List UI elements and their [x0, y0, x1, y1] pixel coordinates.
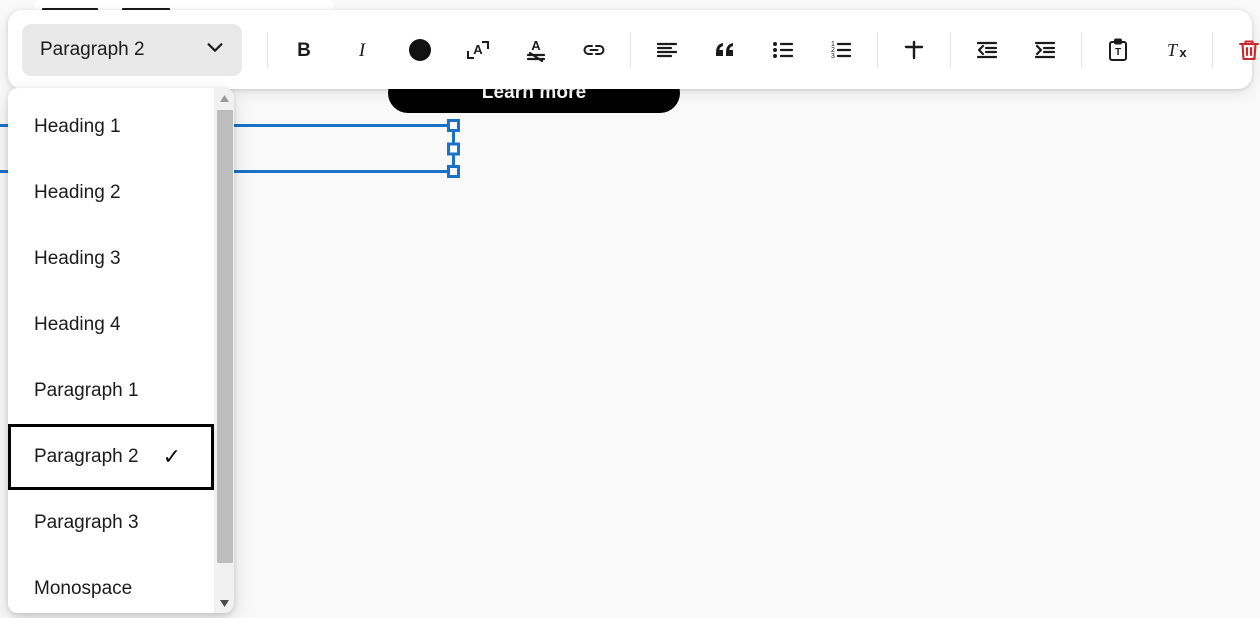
trash-icon [1236, 37, 1260, 63]
paste-as-text-button[interactable]: T [1096, 28, 1140, 72]
bold-button[interactable]: B [282, 28, 326, 72]
clear-formatting-button[interactable]: T x [1154, 28, 1198, 72]
align-left-icon [654, 37, 680, 63]
font-size-icon: A [464, 37, 492, 63]
align-button[interactable] [645, 28, 689, 72]
font-size-button[interactable]: A [456, 28, 500, 72]
svg-text:T: T [1115, 47, 1121, 58]
dropdown-item-heading-4[interactable]: Heading 4 ✓ [8, 292, 214, 358]
numbered-list-icon: 1 2 3 [828, 37, 854, 63]
dropdown-item-paragraph-2[interactable]: Paragraph 2 ✓ [8, 424, 214, 490]
svg-text:A: A [473, 42, 483, 57]
outdent-button[interactable] [965, 28, 1009, 72]
toolbar-separator [630, 31, 631, 68]
text-underline-icon: A [524, 37, 548, 63]
horizontal-rule-icon [901, 37, 927, 63]
scroll-down-arrow-icon[interactable] [215, 593, 235, 613]
blockquote-button[interactable] [703, 28, 747, 72]
dropdown-item-label: Heading 2 [34, 182, 121, 203]
toolbar-group-text-format: B I A A [275, 28, 623, 72]
scroll-up-arrow-icon[interactable] [215, 88, 235, 108]
filled-circle-icon [407, 37, 433, 63]
dropdown-item-label: Paragraph 1 [34, 380, 139, 401]
check-icon: ✓ [162, 444, 181, 469]
italic-button[interactable]: I [340, 28, 384, 72]
indent-icon [1032, 37, 1058, 63]
delete-button[interactable] [1227, 28, 1260, 72]
dropdown-option-list: Heading 1 ✓ Heading 2 ✓ Heading 3 ✓ Head… [8, 88, 214, 613]
paragraph-style-dropdown: Heading 1 ✓ Heading 2 ✓ Heading 3 ✓ Head… [8, 88, 234, 613]
dropdown-item-label: Heading 4 [34, 314, 121, 335]
dropdown-item-monospace[interactable]: Monospace ✓ [8, 556, 214, 613]
bullet-list-icon [770, 37, 796, 63]
toolbar-group-structure [885, 28, 1074, 72]
clipboard-text-icon: T [1105, 37, 1131, 63]
dropdown-item-label: Heading 1 [34, 116, 121, 137]
resize-handle-bottom-right[interactable] [447, 165, 460, 178]
dropdown-item-label: Heading 3 [34, 248, 121, 269]
dropdown-item-heading-3[interactable]: Heading 3 ✓ [8, 226, 214, 292]
horizontal-rule-button[interactable] [892, 28, 936, 72]
dropdown-item-label: Paragraph 2 [34, 446, 139, 467]
italic-icon: I [350, 38, 374, 62]
dropdown-item-paragraph-1[interactable]: Paragraph 1 ✓ [8, 358, 214, 424]
numbered-list-button[interactable]: 1 2 3 [819, 28, 863, 72]
dropdown-scrollbar[interactable] [214, 88, 234, 613]
outdent-icon [974, 37, 1000, 63]
link-icon [581, 37, 607, 63]
chevron-down-icon [204, 36, 226, 63]
paragraph-style-select[interactable]: Paragraph 2 [22, 23, 242, 76]
resize-handle-middle-right[interactable] [447, 142, 460, 155]
dropdown-item-heading-2[interactable]: Heading 2 ✓ [8, 160, 214, 226]
dropdown-item-label: Monospace [34, 578, 133, 599]
text-color-button[interactable] [398, 28, 442, 72]
quote-icon [712, 37, 738, 63]
svg-text:A: A [531, 38, 541, 53]
dropdown-item-paragraph-3[interactable]: Paragraph 3 ✓ [8, 490, 214, 556]
toolbar-separator [1212, 31, 1213, 68]
indent-button[interactable] [1023, 28, 1067, 72]
svg-text:T: T [1167, 40, 1179, 60]
svg-text:I: I [358, 40, 367, 61]
dropdown-item-heading-1[interactable]: Heading 1 ✓ [8, 94, 214, 160]
toolbar-group-paragraph: 1 2 3 [638, 28, 870, 72]
formatting-toolbar: Paragraph 2 B I A A 1 2 3 T T x [8, 10, 1260, 89]
clear-format-icon: T x [1162, 37, 1190, 63]
toolbar-separator [877, 31, 878, 68]
svg-text:x: x [1179, 45, 1187, 60]
text-highlight-button[interactable]: A [514, 28, 558, 72]
insert-link-button[interactable] [572, 28, 616, 72]
toolbar-separator [1081, 31, 1082, 68]
resize-handle-top-right[interactable] [447, 119, 460, 132]
dropdown-item-label: Paragraph 3 [34, 512, 139, 533]
bold-icon: B [292, 38, 316, 62]
scrollbar-track[interactable] [215, 108, 234, 593]
svg-text:B: B [297, 40, 311, 61]
toolbar-separator [267, 31, 268, 68]
paragraph-style-value: Paragraph 2 [40, 38, 145, 60]
scrollbar-thumb[interactable] [217, 110, 233, 563]
bulleted-list-button[interactable] [761, 28, 805, 72]
toolbar-group-clipboard: T T x [1089, 28, 1205, 72]
svg-text:3: 3 [831, 53, 835, 60]
toolbar-separator [950, 31, 951, 68]
